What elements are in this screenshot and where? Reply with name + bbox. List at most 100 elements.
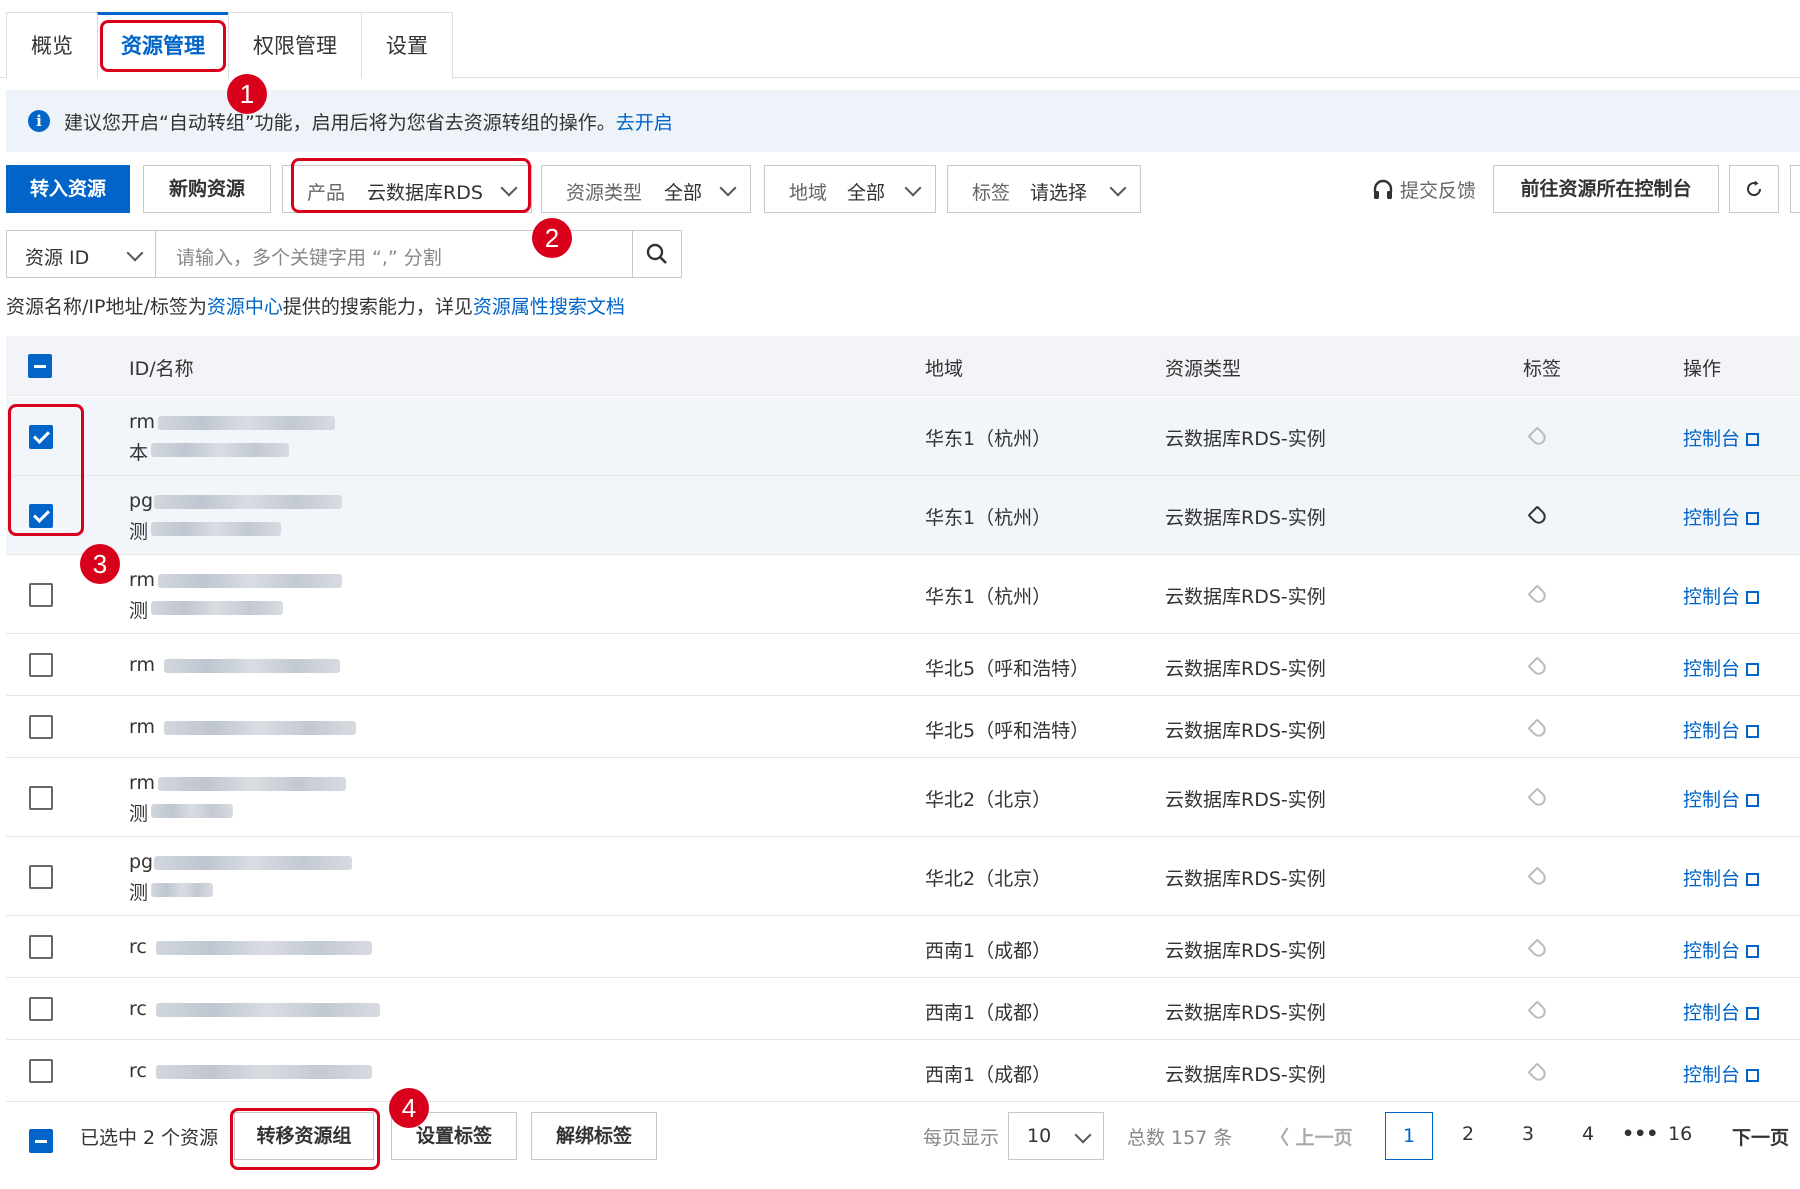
page-4-button[interactable]: 4 <box>1582 1123 1594 1145</box>
tag-icon[interactable] <box>1527 1062 1549 1084</box>
redacted-id <box>158 777 346 791</box>
resource-center-link[interactable]: 资源中心 <box>207 296 283 318</box>
console-link[interactable]: 控制台 <box>1683 1060 1760 1087</box>
search-placeholder: 请输入，多个关键字用 “,” 分割 <box>176 247 442 269</box>
tag-icon[interactable] <box>1527 1000 1549 1022</box>
refresh-button[interactable] <box>1729 165 1779 213</box>
resource-id: rm <box>129 772 155 794</box>
row-checkbox[interactable] <box>29 653 53 677</box>
ellipsis: ••• <box>1622 1123 1659 1145</box>
redacted-name <box>151 522 281 536</box>
page-3-button[interactable]: 3 <box>1522 1123 1534 1145</box>
table-row: rc 西南1（成都） 云数据库RDS-实例 控制台 <box>6 978 1800 1040</box>
buy-resource-button[interactable]: 新购资源 <box>143 165 271 213</box>
info-icon: i <box>28 110 50 132</box>
region-cell: 华北5（呼和浩特） <box>925 658 1090 680</box>
tab-settings[interactable]: 设置 <box>361 12 453 78</box>
prev-page-button[interactable]: 〈 上一页 <box>1270 1123 1353 1150</box>
tag-icon[interactable] <box>1527 718 1549 740</box>
console-link[interactable]: 控制台 <box>1683 998 1760 1025</box>
table-row: pg 测 华东1（杭州） 云数据库RDS-实例 控制台 <box>6 476 1800 555</box>
external-link-icon <box>1746 512 1760 525</box>
region-select[interactable]: 地域 全部 <box>764 165 936 213</box>
region-cell: 华东1（杭州） <box>925 428 1052 450</box>
tab-permission-management[interactable]: 权限管理 <box>228 12 362 78</box>
enable-auto-transfer-link[interactable]: 去开启 <box>616 112 673 134</box>
redacted-id <box>158 574 342 588</box>
unbind-tag-button[interactable]: 解绑标签 <box>531 1112 657 1160</box>
resource-id: rm <box>129 716 155 738</box>
page-2-button[interactable]: 2 <box>1462 1123 1474 1145</box>
resource-id: rm <box>129 411 155 433</box>
tag-icon[interactable] <box>1527 426 1549 448</box>
search-button[interactable] <box>632 230 682 278</box>
chevron-down-icon <box>719 179 737 197</box>
select-all-checkbox[interactable] <box>28 354 52 378</box>
resource-name: 本 <box>129 442 149 464</box>
next-page-button[interactable]: 下一页 <box>1732 1123 1789 1150</box>
redacted-id <box>156 1065 372 1079</box>
redacted-id <box>154 495 342 509</box>
external-link-icon <box>1746 591 1760 604</box>
more-button[interactable] <box>1790 165 1800 213</box>
headset-icon <box>1373 179 1393 199</box>
region-cell: 西南1（成都） <box>925 1064 1052 1086</box>
tag-icon[interactable] <box>1527 584 1549 606</box>
redacted-name <box>151 601 283 615</box>
go-to-console-button[interactable]: 前往资源所在控制台 <box>1493 165 1719 213</box>
resource-name: 测 <box>129 803 149 825</box>
page-1-button[interactable]: 1 <box>1385 1112 1433 1160</box>
external-link-icon <box>1746 873 1760 886</box>
tag-icon[interactable] <box>1527 787 1549 809</box>
console-link[interactable]: 控制台 <box>1683 582 1760 609</box>
console-link[interactable]: 控制台 <box>1683 716 1760 743</box>
chevron-down-icon <box>126 244 144 262</box>
tag-icon[interactable] <box>1527 505 1549 527</box>
type-cell: 云数据库RDS-实例 <box>1165 1002 1326 1024</box>
external-link-icon <box>1746 663 1760 676</box>
highlight-box-checkboxes <box>8 404 84 536</box>
row-checkbox[interactable] <box>29 935 53 959</box>
tag-icon[interactable] <box>1527 866 1549 888</box>
feedback-link[interactable]: 提交反馈 <box>1372 176 1476 203</box>
tab-overview[interactable]: 概览 <box>6 12 98 78</box>
external-link-icon <box>1746 1069 1760 1082</box>
search-doc-link[interactable]: 资源属性搜索文档 <box>473 296 625 318</box>
row-checkbox[interactable] <box>29 1059 53 1083</box>
console-link[interactable]: 控制台 <box>1683 936 1760 963</box>
redacted-id <box>154 856 352 870</box>
header-tags: 标签 <box>1523 358 1562 380</box>
tag-icon[interactable] <box>1527 656 1549 678</box>
console-link[interactable]: 控制台 <box>1683 785 1760 812</box>
row-checkbox[interactable] <box>29 583 53 607</box>
console-link[interactable]: 控制台 <box>1683 654 1760 681</box>
console-link[interactable]: 控制台 <box>1683 503 1760 530</box>
redacted-id <box>158 416 335 430</box>
region-value: 全部 <box>847 182 886 204</box>
per-page-select[interactable]: 10 <box>1008 1112 1104 1160</box>
type-cell: 云数据库RDS-实例 <box>1165 507 1326 529</box>
external-link-icon <box>1746 1007 1760 1020</box>
row-checkbox[interactable] <box>29 786 53 810</box>
row-checkbox[interactable] <box>29 865 53 889</box>
table-row: rm 测 华东1（杭州） 云数据库RDS-实例 控制台 <box>6 555 1800 634</box>
search-field-select[interactable]: 资源 ID <box>6 230 156 278</box>
import-resource-button[interactable]: 转入资源 <box>6 165 130 213</box>
tag-select[interactable]: 标签 请选择 <box>947 165 1141 213</box>
console-link[interactable]: 控制台 <box>1683 864 1760 891</box>
redacted-id <box>164 659 340 673</box>
region-cell: 西南1（成都） <box>925 940 1052 962</box>
row-checkbox[interactable] <box>29 715 53 739</box>
footer-select-all-checkbox[interactable] <box>29 1129 53 1153</box>
row-checkbox[interactable] <box>29 997 53 1021</box>
page-16-button[interactable]: 16 <box>1668 1123 1692 1145</box>
chevron-down-icon <box>1109 179 1127 197</box>
external-link-icon <box>1746 433 1760 446</box>
console-link[interactable]: 控制台 <box>1683 424 1760 451</box>
type-cell: 云数据库RDS-实例 <box>1165 940 1326 962</box>
type-cell: 云数据库RDS-实例 <box>1165 1064 1326 1086</box>
type-cell: 云数据库RDS-实例 <box>1165 789 1326 811</box>
tag-icon[interactable] <box>1527 938 1549 960</box>
region-cell: 西南1（成都） <box>925 1002 1052 1024</box>
resource-type-select[interactable]: 资源类型 全部 <box>541 165 751 213</box>
